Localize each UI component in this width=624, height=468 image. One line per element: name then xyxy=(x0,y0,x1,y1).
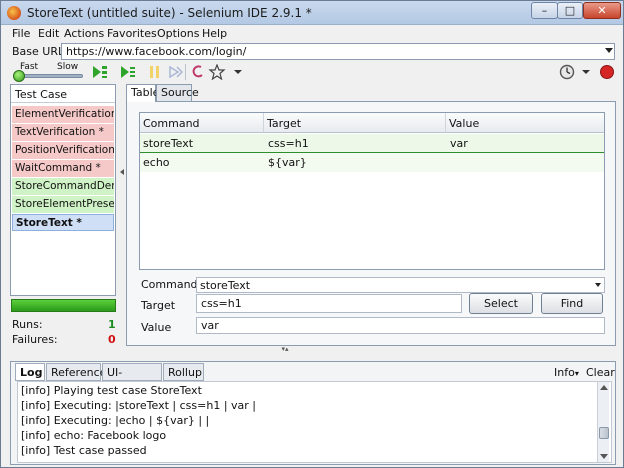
toolbar: Fast Slow xyxy=(1,61,623,83)
speed-slider-track[interactable] xyxy=(15,74,83,78)
menu-actions[interactable]: Actions xyxy=(64,27,104,40)
title-bar: StoreText (untitled suite) - Selenium ID… xyxy=(1,1,623,25)
clear-log-button[interactable]: Clear xyxy=(586,366,615,379)
selenium-ide-window: StoreText (untitled suite) - Selenium ID… xyxy=(0,0,624,468)
command-label: Command xyxy=(141,278,198,291)
log-level-dropdown[interactable]: Info▾ xyxy=(554,366,579,379)
rollup-icon[interactable] xyxy=(189,64,207,80)
record-icon[interactable] xyxy=(599,64,615,80)
cell-command: echo xyxy=(143,156,170,169)
schedule-dropdown-icon[interactable] xyxy=(581,64,591,80)
menu-file[interactable]: File xyxy=(12,27,30,40)
collapse-left-icon[interactable] xyxy=(120,169,124,175)
scroll-up-icon[interactable] xyxy=(600,385,608,390)
test-case-item[interactable]: ElementVerification * xyxy=(12,106,114,123)
menu-bar: File Edit Actions Favorites Options Help xyxy=(1,25,623,42)
failures-label: Failures: xyxy=(12,333,58,346)
speed-slow-label: Slow xyxy=(57,62,79,72)
vertical-splitter[interactable] xyxy=(119,84,125,346)
menu-favorites[interactable]: Favorites xyxy=(107,27,157,40)
log-line: [info] Playing test case StoreText xyxy=(21,384,202,397)
log-line: [info] Test case passed xyxy=(21,444,147,457)
column-header-target[interactable]: Target xyxy=(264,113,446,133)
log-line: [info] echo: Facebook logo xyxy=(21,429,167,442)
base-url-dropdown-icon[interactable] xyxy=(605,48,613,53)
test-case-item[interactable]: TextVerification * xyxy=(12,124,114,141)
cell-target: ${var} xyxy=(268,156,307,169)
test-case-item[interactable]: StoreCommandDem... xyxy=(12,178,114,195)
pause-icon[interactable] xyxy=(146,64,164,80)
table-row[interactable]: echo ${var} xyxy=(140,153,604,172)
scroll-down-icon[interactable] xyxy=(600,454,608,459)
cell-value: var xyxy=(450,137,468,150)
play-suite-icon[interactable] xyxy=(91,64,109,80)
command-table: Command Target Value storeText css=h1 va… xyxy=(139,112,605,270)
find-button[interactable]: Find xyxy=(541,293,603,314)
step-icon[interactable] xyxy=(167,64,185,80)
test-progress-bar xyxy=(11,299,116,312)
command-combobox[interactable]: storeText xyxy=(196,277,605,293)
test-case-item-selected[interactable]: StoreText * xyxy=(12,214,114,231)
test-case-panel: Test Case ElementVerification * TextVeri… xyxy=(10,84,116,296)
tab-source[interactable]: Source xyxy=(156,84,199,101)
toolbar-separator xyxy=(185,64,186,80)
test-case-item[interactable]: StoreElementPresent * xyxy=(12,196,114,213)
table-row[interactable]: storeText css=h1 var xyxy=(140,134,604,153)
test-case-item[interactable]: WaitCommand * xyxy=(12,160,114,177)
failures-count: 0 xyxy=(108,333,116,346)
log-output[interactable]: [info] Playing test case StoreText [info… xyxy=(17,381,612,463)
target-input[interactable]: css=h1 xyxy=(196,294,462,313)
select-button[interactable]: Select xyxy=(469,293,533,314)
runs-count: 1 xyxy=(108,318,116,331)
scroll-thumb[interactable] xyxy=(599,427,609,439)
base-url-row: Base URL https://www.facebook.com/login/ xyxy=(1,43,623,61)
horizontal-splitter-grip-icon[interactable]: ▾▴ xyxy=(269,346,301,353)
test-case-header: Test Case xyxy=(11,85,115,103)
maximize-button[interactable]: □ xyxy=(557,2,583,19)
speed-slider-handle[interactable] xyxy=(13,70,25,82)
cell-target: css=h1 xyxy=(268,137,309,150)
runs-label: Runs: xyxy=(12,318,43,331)
value-input[interactable]: var xyxy=(196,317,605,334)
log-line: [info] Executing: |storeText | css=h1 | … xyxy=(21,399,256,412)
target-label: Target xyxy=(141,299,176,312)
chevron-down-icon: ▾ xyxy=(574,369,579,378)
minimize-button[interactable]: – xyxy=(531,2,558,19)
menu-edit[interactable]: Edit xyxy=(38,27,59,40)
base-url-input[interactable]: https://www.facebook.com/login/ xyxy=(61,43,615,60)
schedule-clock-icon[interactable] xyxy=(559,64,579,80)
log-scrollbar[interactable] xyxy=(597,382,609,462)
test-case-item[interactable]: PositionVerification * xyxy=(12,142,114,159)
firefox-icon xyxy=(7,6,21,20)
play-test-case-icon[interactable] xyxy=(119,64,137,80)
base-url-label: Base URL xyxy=(12,45,65,58)
cell-command: storeText xyxy=(143,137,194,150)
tab-rollup[interactable]: Rollup xyxy=(163,363,204,381)
close-button[interactable]: ✕ xyxy=(583,2,621,19)
tab-ui-element[interactable]: UI-Element xyxy=(102,363,162,392)
command-dropdown-icon[interactable] xyxy=(595,283,601,287)
tab-table[interactable]: Table xyxy=(126,84,159,102)
menu-help[interactable]: Help xyxy=(202,27,227,40)
log-line: [info] Executing: |echo | ${var} | | xyxy=(21,414,210,427)
log-level-label: Info xyxy=(554,366,575,379)
column-header-command[interactable]: Command xyxy=(140,113,264,133)
value-label: Value xyxy=(141,321,172,334)
tab-reference[interactable]: Reference xyxy=(46,363,106,381)
window-title: StoreText (untitled suite) - Selenium ID… xyxy=(27,6,312,20)
column-header-value[interactable]: Value xyxy=(446,113,604,133)
favorite-dropdown-icon[interactable] xyxy=(229,64,247,80)
favorite-star-icon[interactable] xyxy=(208,64,226,80)
tab-log[interactable]: Log xyxy=(15,363,45,381)
menu-options[interactable]: Options xyxy=(157,27,199,40)
